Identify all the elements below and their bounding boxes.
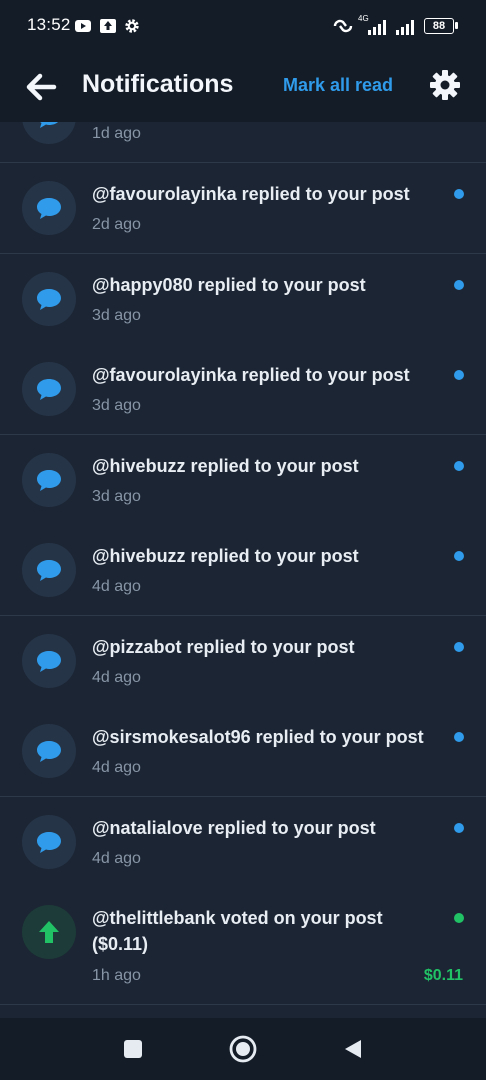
notification-avatar xyxy=(22,634,76,688)
notification-time: 4d ago xyxy=(92,669,141,686)
mark-all-read-button[interactable]: Mark all read xyxy=(283,75,393,96)
notification-text: @natalialove replied to your post xyxy=(92,818,376,838)
notification-row[interactable]: @hivebuzz replied to your post 3d ago xyxy=(0,435,486,526)
chat-bubble-icon xyxy=(37,379,61,400)
notification-text: @happy080 replied to your post xyxy=(92,275,366,295)
notification-time: 1h ago xyxy=(92,967,141,984)
notification-row[interactable]: @pizzabot replied to your post 4d ago xyxy=(0,616,486,707)
notification-text: @hivebuzz replied to your post xyxy=(92,456,359,476)
status-bar: 13:52 4G 88 xyxy=(0,0,486,52)
notification-time: 3d ago xyxy=(92,397,141,414)
notification-time: 4d ago xyxy=(92,850,141,867)
notification-row[interactable]: @hivebuzz replied to your post 4d ago xyxy=(0,525,486,616)
chat-bubble-icon xyxy=(37,741,61,762)
battery-icon: 88 xyxy=(424,18,454,34)
unread-dot xyxy=(454,642,464,652)
notification-time: 4d ago xyxy=(92,578,141,595)
notification-row[interactable]: @sirsmokesalot96 replied to your post 4d… xyxy=(0,706,486,797)
payout-amount: $0.11 xyxy=(423,967,463,984)
notification-text: @sirsmokesalot96 replied to your post xyxy=(92,727,424,747)
notification-text: @favourolayinka replied to your post xyxy=(92,365,410,385)
notification-text: @hivebuzz replied to your post xyxy=(92,546,359,566)
unread-dot xyxy=(454,461,464,471)
notification-row[interactable]: @favourolayinka replied to your post 2d … xyxy=(0,163,486,254)
notification-text: @pizzabot replied to your post xyxy=(92,637,355,657)
notification-avatar xyxy=(22,122,76,144)
battery-level: 88 xyxy=(432,20,446,32)
app-bar: Notifications Mark all read xyxy=(0,52,486,123)
notification-avatar xyxy=(22,453,76,507)
back-triangle-icon[interactable] xyxy=(341,1037,365,1061)
signal-strength-icon-2 xyxy=(396,20,414,35)
notification-row[interactable]: 1d ago xyxy=(0,122,486,163)
sync-icon xyxy=(333,19,353,33)
chat-bubble-icon xyxy=(37,560,61,581)
notification-row[interactable]: @happy080 replied to your post 3d ago xyxy=(0,254,486,345)
notification-row-vote[interactable]: @thelittlebank voted on your post ($0.11… xyxy=(0,887,486,1005)
notification-avatar xyxy=(22,543,76,597)
notification-time: 4d ago xyxy=(92,759,141,776)
notification-avatar xyxy=(22,815,76,869)
chat-bubble-icon xyxy=(37,651,61,672)
page-title: Notifications xyxy=(82,70,234,98)
gear-icon[interactable] xyxy=(428,68,462,102)
notification-row[interactable]: @favourolayinka replied to your post 3d … xyxy=(0,344,486,435)
notification-list: 1d ago @favourolayinka replied to your p… xyxy=(0,122,486,1018)
chat-bubble-icon xyxy=(37,470,61,491)
notification-avatar xyxy=(22,181,76,235)
notification-avatar xyxy=(22,905,76,959)
unread-dot xyxy=(454,823,464,833)
recent-apps-icon[interactable] xyxy=(121,1037,145,1061)
unread-dot xyxy=(454,913,464,923)
notification-text: @thelittlebank voted on your post ($0.11… xyxy=(92,908,383,954)
unread-dot xyxy=(454,189,464,199)
chat-bubble-icon xyxy=(37,832,61,853)
back-arrow-icon[interactable] xyxy=(24,70,58,104)
upload-icon xyxy=(100,19,116,33)
chat-bubble-icon xyxy=(37,198,61,219)
battery-tip xyxy=(455,22,458,29)
notification-time: 2d ago xyxy=(92,216,141,233)
notification-time: 1d ago xyxy=(92,125,141,142)
chat-bubble-icon xyxy=(37,289,61,310)
signal-strength-icon xyxy=(368,20,386,35)
status-time: 13:52 xyxy=(27,15,71,34)
notification-avatar xyxy=(22,724,76,778)
system-nav-bar xyxy=(0,1018,486,1080)
upvote-arrow-icon xyxy=(39,921,59,943)
notification-time: 3d ago xyxy=(92,488,141,505)
notification-row[interactable]: @natalialove replied to your post 4d ago xyxy=(0,797,486,888)
youtube-icon xyxy=(75,20,91,32)
notification-time: 3d ago xyxy=(92,307,141,324)
unread-dot xyxy=(454,280,464,290)
home-icon[interactable] xyxy=(228,1034,258,1064)
notification-text: @favourolayinka replied to your post xyxy=(92,184,410,204)
notification-avatar xyxy=(22,272,76,326)
unread-dot xyxy=(454,551,464,561)
notification-avatar xyxy=(22,362,76,416)
chat-bubble-icon xyxy=(40,122,59,128)
unread-dot xyxy=(454,370,464,380)
unread-dot xyxy=(454,732,464,742)
settings-small-icon xyxy=(125,19,139,33)
